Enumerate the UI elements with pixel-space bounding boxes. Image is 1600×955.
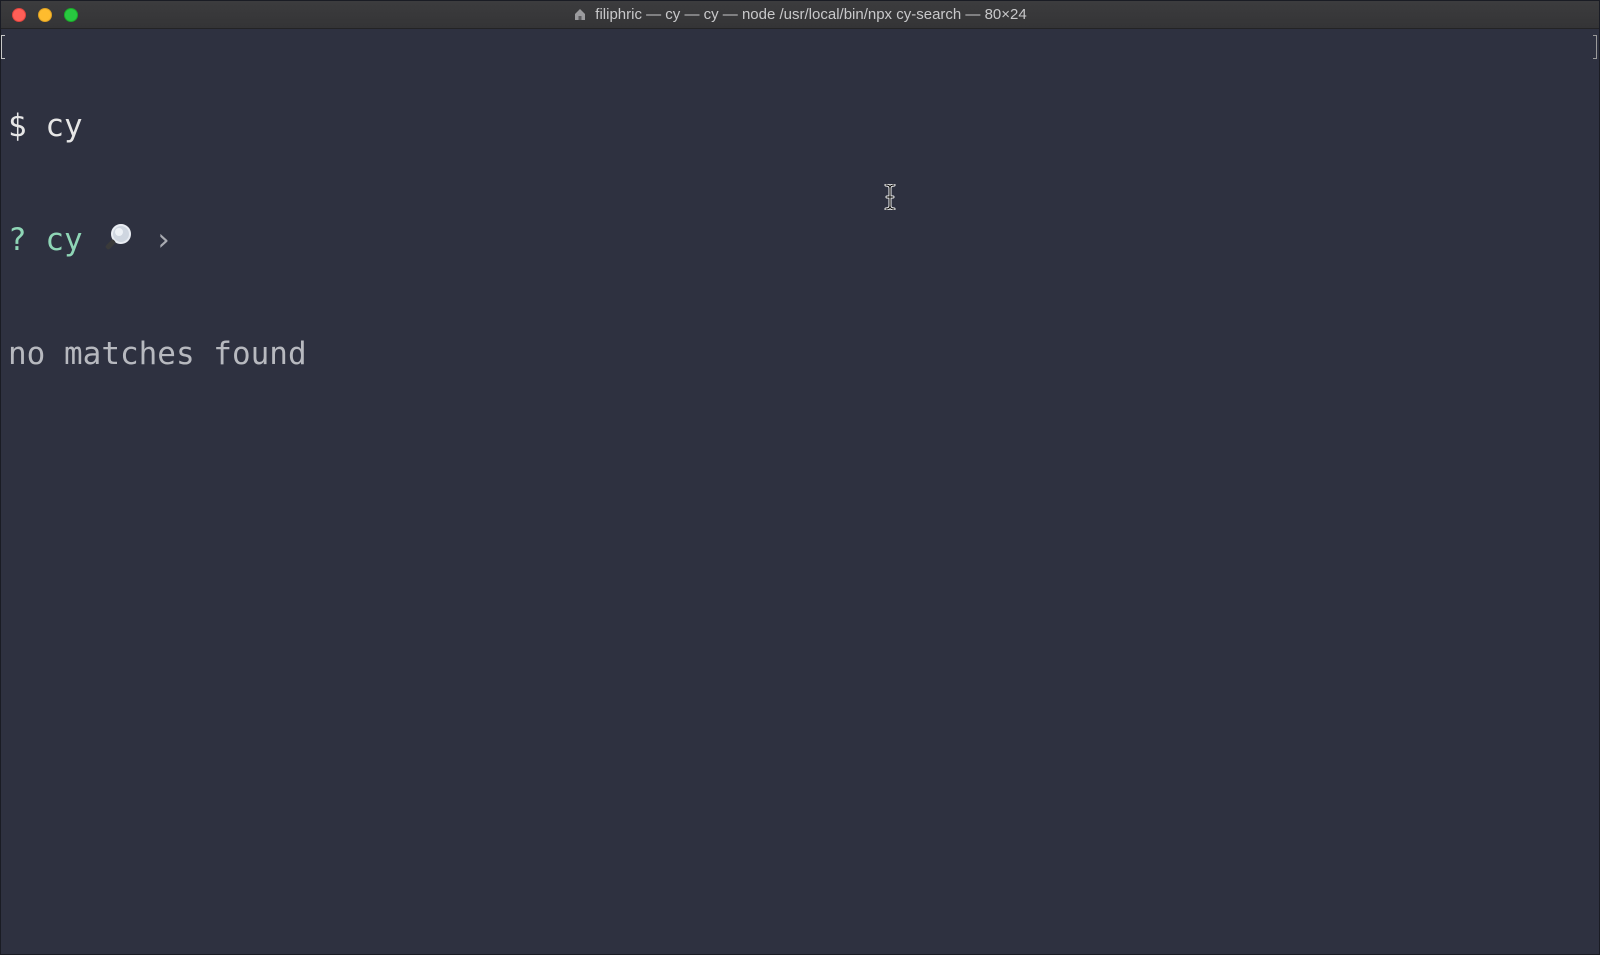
home-folder-icon bbox=[573, 7, 587, 21]
question-prompt: ? bbox=[8, 222, 27, 258]
shell-prompt: $ bbox=[8, 108, 27, 144]
magnifier-icon bbox=[101, 221, 135, 255]
ibeam-cursor-icon bbox=[883, 183, 897, 211]
window-title: filiphric — cy — cy — node /usr/local/bi… bbox=[595, 6, 1027, 23]
right-edge-marker bbox=[1593, 35, 1597, 59]
no-matches-message: no matches found bbox=[8, 336, 307, 372]
terminal-line-search: ? cy › bbox=[8, 221, 1599, 259]
left-edge-marker bbox=[1, 35, 5, 59]
title-bar[interactable]: filiphric — cy — cy — node /usr/local/bi… bbox=[1, 1, 1599, 29]
search-query: cy bbox=[45, 222, 83, 258]
terminal-output[interactable]: $ cy ? cy › no matches found bbox=[1, 29, 1599, 954]
terminal-window: filiphric — cy — cy — node /usr/local/bi… bbox=[0, 0, 1600, 955]
terminal-line-command: $ cy bbox=[8, 107, 1599, 145]
window-title-container: filiphric — cy — cy — node /usr/local/bi… bbox=[1, 1, 1599, 29]
shell-command: cy bbox=[45, 108, 83, 144]
chevron-prompt: › bbox=[154, 222, 173, 258]
